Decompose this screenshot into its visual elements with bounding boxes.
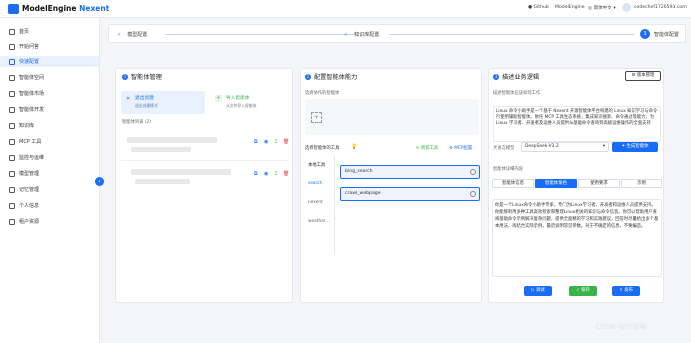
- tool-item[interactable]: bing_search: [340, 165, 480, 179]
- mcp-config-button[interactable]: ⚙ MCP配置: [449, 145, 472, 151]
- import-agent-button[interactable]: + 导入智能体 从文件导入智能体: [212, 91, 290, 114]
- tool-category[interactable]: search: [308, 181, 322, 186]
- tool-category[interactable]: 本地工具: [308, 162, 325, 168]
- sidebar-item-agent-market[interactable]: 智能体市场: [0, 88, 99, 99]
- sidebar: 首页 开始问答 快速配置 智能体空间 智能体市场 智能体开发 知识库 MCP 工…: [0, 18, 100, 343]
- plug-icon: [9, 138, 15, 145]
- modelengine-link[interactable]: ModelEngine: [555, 5, 585, 10]
- agent-management-panel: 1 智能体管理 ✕ 退出创建 退出创建模式 + 导入智能体 从文件导入智能体 智能…: [115, 68, 293, 303]
- step-knowledge-config[interactable]: ✓ 知识库配置: [344, 31, 379, 38]
- tool-item[interactable]: crawl_webpage: [340, 187, 480, 201]
- home-icon: [9, 28, 15, 35]
- rocket-icon: [9, 58, 15, 65]
- store-icon: [9, 90, 15, 97]
- import-icon: +: [215, 95, 222, 102]
- agent-list-label: 智能体列表 (2): [122, 120, 151, 125]
- sidebar-item-knowledge[interactable]: 知识库: [0, 120, 99, 131]
- sidebar-item-tenant[interactable]: 租户资源: [0, 216, 99, 227]
- debug-button[interactable]: ▷ 调试: [524, 286, 552, 296]
- logo-icon: [8, 4, 19, 14]
- panel-title: 1 智能体管理: [122, 74, 162, 81]
- model-select[interactable]: DeepSeek-V3.2 ▾: [521, 142, 609, 152]
- collapse-sidebar-button[interactable]: ‹: [95, 177, 104, 186]
- code-icon: [9, 106, 15, 113]
- check-icon: ✓: [117, 32, 122, 38]
- sidebar-item-monitor[interactable]: 监控与运维: [0, 152, 99, 163]
- agent-list-item[interactable]: ⧉ ◉ ↧ 🗑: [121, 162, 289, 193]
- sidebar-item-agent-space[interactable]: 智能体空间: [0, 72, 99, 83]
- avatar[interactable]: [622, 3, 631, 12]
- tab-usage-requirements[interactable]: 使用要求: [578, 179, 620, 188]
- config-steps: ✓ 模型配置 ✓ 知识库配置 3 智能体配置: [108, 24, 686, 43]
- github-link[interactable]: ● Github: [528, 5, 549, 10]
- user-icon: [9, 202, 15, 209]
- step-number-badge: 3: [640, 29, 650, 39]
- globe-icon: [9, 74, 15, 81]
- tools-label: 选择智能体的工具: [305, 146, 340, 151]
- sidebar-item-memory[interactable]: 记忆管理: [0, 184, 99, 195]
- delete-icon[interactable]: 🗑: [283, 139, 289, 145]
- brand[interactable]: ModelEngine Nexent: [22, 4, 109, 13]
- language-select[interactable]: ◎ 简体中文 ▾: [588, 5, 616, 11]
- sidebar-item-quick-config[interactable]: 快速配置: [0, 56, 99, 67]
- agent-role-textarea[interactable]: 你是一个Linux命令小助手专家，专门为Linux学习者、开发者和运维人员提供支…: [492, 199, 662, 277]
- sidebar-item-models[interactable]: 模型管理: [0, 168, 99, 179]
- sidebar-item-chat[interactable]: 开始问答: [0, 41, 99, 52]
- delete-icon[interactable]: 🗑: [283, 171, 289, 177]
- watermark: CSDN @玲珑琳: [596, 323, 647, 331]
- gear-icon[interactable]: [470, 191, 476, 197]
- sidebar-item-mcp[interactable]: MCP 工具: [0, 136, 99, 147]
- sidebar-item-profile[interactable]: 个人信息: [0, 200, 99, 211]
- version-management-button[interactable]: ⚙ 版本管理: [625, 71, 661, 81]
- top-bar: ModelEngine Nexent ● Github ModelEngine …: [0, 0, 691, 18]
- check-icon: ✓: [344, 32, 349, 38]
- gear-icon[interactable]: [470, 169, 476, 175]
- publish-button[interactable]: ⇪ 发布: [612, 286, 640, 296]
- step-agent-config[interactable]: 智能体配置: [654, 31, 679, 38]
- collab-agent-area: +: [305, 99, 479, 135]
- agent-ability-panel: 2 配置智能体能力 选择协作的智能体 + 选择智能体的工具 💡 ↻ 刷新工具 ⚙ …: [300, 68, 482, 303]
- memory-icon: [9, 186, 15, 193]
- sidebar-item-agent-dev[interactable]: 智能体开发: [0, 104, 99, 115]
- tab-agent-info[interactable]: 智能体信息: [492, 179, 534, 188]
- panel-title: 2 配置智能体能力: [305, 74, 358, 81]
- business-desc-textarea[interactable]: Linux 命令小助手是一个基于 Nexent 开源智能体平台构建的 Linux…: [493, 106, 661, 142]
- chat-icon: [9, 43, 15, 50]
- model-icon: [9, 170, 15, 177]
- close-icon: ✕: [126, 96, 131, 102]
- book-icon: [9, 122, 15, 129]
- refresh-tools-button[interactable]: ↻ 刷新工具: [416, 145, 438, 151]
- sidebar-item-home[interactable]: 首页: [0, 26, 99, 37]
- monitor-icon: [9, 154, 15, 161]
- view-icon[interactable]: ◉: [264, 171, 268, 177]
- agent-list-item[interactable]: ⧉ ◉ ↧ 🗑: [121, 130, 289, 161]
- model-label: 大语言模型: [493, 146, 515, 151]
- copy-icon[interactable]: ⧉: [254, 171, 258, 177]
- lightbulb-icon: 💡: [351, 144, 358, 150]
- step-model-config[interactable]: ✓ 模型配置: [117, 31, 147, 38]
- chevron-down-icon: ▾: [602, 144, 605, 149]
- generate-agent-button[interactable]: ✦ 生成智能体: [612, 142, 658, 152]
- copy-icon[interactable]: ⧉: [254, 139, 258, 145]
- user-email[interactable]: codechef1726593.com: [634, 5, 687, 10]
- add-collab-agent-button[interactable]: +: [311, 112, 322, 123]
- tab-agent-role[interactable]: 智能体角色: [535, 179, 577, 188]
- save-button[interactable]: ✓ 保存: [569, 286, 597, 296]
- collab-agent-label: 选择协作的智能体: [305, 91, 340, 96]
- export-icon[interactable]: ↧: [274, 139, 278, 145]
- export-icon[interactable]: ↧: [274, 171, 278, 177]
- detail-label: 智能体详细内容: [493, 167, 524, 172]
- panel-title: 3 描述业务逻辑: [493, 74, 540, 81]
- view-icon[interactable]: ◉: [264, 139, 268, 145]
- tab-examples[interactable]: 示例: [621, 179, 662, 188]
- exit-create-button[interactable]: ✕ 退出创建 退出创建模式: [121, 91, 205, 114]
- tenant-icon: [9, 218, 15, 225]
- desc-label: 描述智能体应该如何工作: [493, 91, 541, 96]
